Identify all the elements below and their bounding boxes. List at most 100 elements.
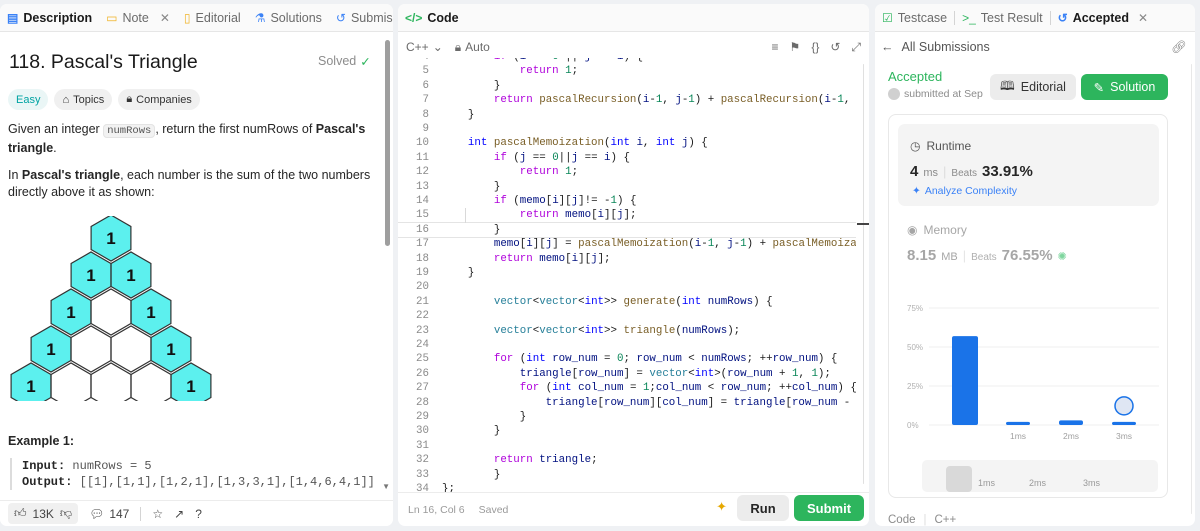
run-button[interactable]: Run (737, 495, 789, 521)
code-line[interactable]: 14 if (memo[i][j]!= -1) { (398, 194, 856, 208)
companies-chip[interactable]: 🔒︎ Companies (118, 89, 200, 110)
cursor-position: Ln 16, Col 6 (408, 503, 465, 516)
line-number: 5 (422, 65, 429, 78)
triangle-cell (70, 325, 112, 373)
code-text: } (442, 223, 501, 236)
tab-solutions[interactable]: ⚗ Solutions (248, 4, 329, 31)
link-icon[interactable]: 🔗︎ (1171, 40, 1187, 55)
code-text: } (442, 425, 501, 438)
code-line[interactable]: 16 } (398, 221, 856, 239)
code-line[interactable]: 7 return pascalRecursion(i-1, j-1) + pas… (398, 93, 856, 107)
analyze-complexity-link[interactable]: ✦ Analyze Complexity (912, 185, 1017, 197)
code-line[interactable]: 25 for (int row_num = 0; row_num < numRo… (398, 352, 856, 366)
tag-icon: ⌂ (62, 93, 70, 106)
your-submission-avatar[interactable] (1114, 396, 1134, 416)
code-text: } (442, 267, 475, 279)
code-line[interactable]: 30 } (398, 424, 856, 438)
code-line[interactable]: 32 return triangle; (398, 453, 856, 467)
navigator-thumb[interactable] (946, 466, 972, 492)
code-line[interactable]: 29 } (398, 410, 856, 424)
code-line[interactable]: 6 } (398, 79, 856, 93)
code-editor[interactable]: 4 if (i == 0 || j == i) {5 return 1;6 }7… (398, 58, 856, 492)
code-line[interactable]: 23 vector<vector<int>> triangle(numRows)… (398, 324, 856, 338)
line-number: 28 (416, 396, 429, 409)
close-icon[interactable]: ✕ (1138, 12, 1148, 24)
tab-testcase[interactable]: ☑ Testcase (875, 4, 954, 31)
tab-note[interactable]: ▭ Note ✕ (99, 4, 177, 31)
solution-label: Solution (1110, 80, 1156, 94)
editorial-button[interactable]: 🕮︎ Editorial (990, 74, 1076, 100)
code-line[interactable]: 21 vector<vector<int>> generate(int numR… (398, 295, 856, 309)
runtime-values: 4 ms | Beats 33.91% (910, 163, 1033, 180)
triangle-cell (110, 325, 152, 373)
line-number: 7 (422, 94, 429, 107)
tab-test-result[interactable]: >_ Test Result (955, 4, 1050, 31)
code-line[interactable]: 5 return 1; (398, 64, 856, 78)
solution-button[interactable]: ✎ Solution (1081, 74, 1168, 100)
code-line[interactable]: 22 (398, 309, 856, 323)
tab-code[interactable]: </> Code (398, 4, 466, 31)
reset-icon[interactable]: ↺ (830, 40, 840, 54)
close-icon[interactable]: ✕ (160, 12, 170, 24)
code-line[interactable]: 33 } (398, 468, 856, 482)
code-line[interactable]: 28 triangle[row_num][col_num] = triangle… (398, 396, 856, 410)
comments-button[interactable]: 💬︎ 147 (89, 507, 129, 521)
code-line[interactable]: 20 (398, 280, 856, 294)
code-line[interactable]: 27 for (int col_num = 1;col_num < row_nu… (398, 381, 856, 395)
description-icon: ▤ (7, 10, 19, 25)
stats-card: ◷ Runtime 4 ms | Beats 33.91% ✦ Analyze … (888, 114, 1168, 498)
chart-bar[interactable] (952, 336, 978, 425)
tab-editorial[interactable]: ▯ Editorial (177, 4, 248, 31)
code-line[interactable]: 34}; (398, 482, 856, 492)
code-text: } (442, 79, 501, 92)
chart-navigator[interactable]: 1ms 2ms 3ms (922, 460, 1158, 492)
chart-bar[interactable] (1006, 421, 1030, 425)
debug-icon[interactable]: ✦ (716, 499, 727, 515)
language-label: C++ (406, 40, 429, 54)
result-tabbar: ☑ Testcase >_ Test Result ↺ Accepted ✕ (875, 4, 1195, 32)
code-line[interactable]: 17 memo[i][j] = pascalMemoization(i-1, j… (398, 237, 856, 251)
mode-select[interactable]: 🔒︎ Auto (455, 40, 490, 55)
code-line[interactable]: 8 } (398, 108, 856, 122)
chart-bar[interactable] (1112, 421, 1136, 425)
code-line[interactable]: 12 return 1; (398, 165, 856, 179)
scrollbar[interactable] (385, 40, 390, 246)
code-line[interactable]: 18 return memo[i][j]; (398, 252, 856, 266)
thumbs-down-icon[interactable]: 👎︎ (60, 506, 72, 521)
braces-icon[interactable]: {} (811, 40, 819, 54)
memory-box[interactable]: ◉ Memory 8.15 MB | Beats 76.55% ✺ (907, 223, 1147, 264)
divider: | (943, 164, 947, 179)
expand-icon[interactable]: ⤢ (851, 40, 861, 55)
runtime-distribution-chart[interactable]: 0% 25% 50% 75% 1ms 2ms 3ms (889, 300, 1169, 455)
help-icon[interactable]: ? (195, 507, 202, 521)
chart-bar[interactable] (1059, 420, 1083, 425)
divider: | (923, 514, 927, 526)
code-line[interactable]: 19 } (398, 266, 856, 280)
code-line[interactable]: 13 } (398, 180, 856, 194)
language-select[interactable]: C++ ⌄ (406, 40, 443, 54)
star-icon[interactable]: ☆ (152, 507, 163, 521)
problem-title[interactable]: 118. Pascal's Triangle (9, 51, 198, 74)
topics-chip[interactable]: ⌂ Topics (54, 89, 113, 110)
bookmark-icon[interactable]: ⚑ (790, 40, 801, 54)
code-line[interactable]: 26 triangle[row_num] = vector<int>(row_n… (398, 367, 856, 381)
back-to-submissions[interactable]: ← All Submissions 🔗︎ (881, 34, 1187, 60)
tab-accepted[interactable]: ↺ Accepted ✕ (1051, 4, 1155, 31)
code-line[interactable]: 11 if (j == 0||j == i) { (398, 151, 856, 165)
code-line[interactable]: 31 (398, 439, 856, 453)
code-line[interactable]: 24 (398, 338, 856, 352)
format-icon[interactable]: ≡ (772, 40, 779, 54)
tab-description[interactable]: ▤ Description (0, 4, 99, 31)
share-icon[interactable]: ↗ (174, 507, 184, 521)
scroll-down-icon[interactable]: ▼ (382, 482, 390, 491)
code-line[interactable]: 15 return memo[i][j]; (398, 208, 856, 222)
thumbs-up-icon[interactable]: 👍︎ (14, 506, 27, 521)
tab-submissions[interactable]: ↺ Submissio (329, 4, 393, 31)
code-line[interactable]: 10 int pascalMemoization(int i, int j) { (398, 136, 856, 150)
solved-status: Solved ✓ (318, 54, 371, 69)
code-line[interactable]: 9 (398, 122, 856, 136)
like-dislike: 👍︎ 13K 👎︎ (8, 503, 79, 524)
submit-button[interactable]: Submit (794, 495, 864, 521)
runtime-box[interactable]: ◷ Runtime 4 ms | Beats 33.91% ✦ Analyze … (898, 124, 1159, 206)
line-number: 16 (416, 223, 429, 236)
